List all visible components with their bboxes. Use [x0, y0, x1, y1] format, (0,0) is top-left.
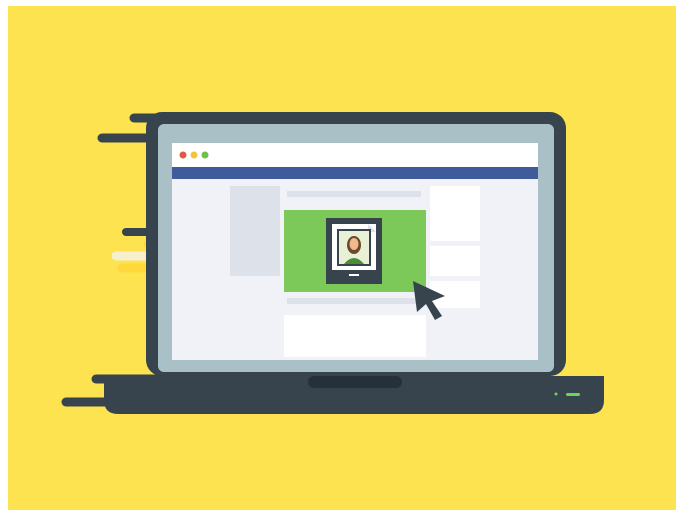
nav-bar — [172, 167, 538, 179]
laptop-illustration — [8, 6, 676, 510]
browser-titlebar — [172, 143, 538, 167]
status-dot — [554, 392, 558, 396]
right-card-1 — [430, 186, 480, 241]
feed-header-line — [287, 191, 421, 197]
power-indicator-icon — [566, 393, 580, 396]
window-dot-red-icon[interactable] — [179, 151, 187, 159]
trackpad-notch — [308, 376, 402, 388]
window-dot-green-icon[interactable] — [201, 151, 209, 159]
post-card — [284, 315, 426, 357]
post-caption-line — [287, 298, 421, 304]
right-card-2 — [430, 246, 480, 276]
left-sidebar-placeholder — [230, 186, 280, 276]
framed-portrait-icon — [326, 218, 382, 284]
window-dot-yellow-icon[interactable] — [190, 151, 198, 159]
